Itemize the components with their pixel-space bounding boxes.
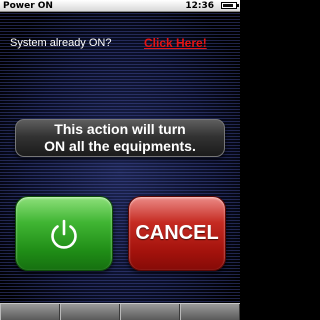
power-on-button[interactable] bbox=[15, 196, 113, 271]
power-icon bbox=[51, 219, 77, 249]
confirmation-message: This action will turn ON all the equipme… bbox=[15, 119, 225, 157]
status-bar: Power ON 12:36 bbox=[0, 0, 240, 12]
window-title: Power ON bbox=[3, 1, 53, 11]
battery-level bbox=[223, 4, 233, 7]
softkey-3[interactable] bbox=[120, 304, 180, 320]
system-on-prompt: System already ON? bbox=[10, 37, 112, 49]
softkey-4[interactable] bbox=[180, 304, 240, 320]
clock: 12:36 bbox=[185, 1, 214, 11]
softkey-bar bbox=[0, 303, 240, 320]
main-panel: System already ON? Click Here! This acti… bbox=[0, 13, 240, 303]
battery-icon bbox=[221, 2, 239, 9]
softkey-2[interactable] bbox=[60, 304, 120, 320]
message-line-1: This action will turn bbox=[54, 121, 186, 137]
softkey-1[interactable] bbox=[0, 304, 60, 320]
message-line-2: ON all the equipments. bbox=[44, 138, 196, 154]
click-here-link[interactable]: Click Here! bbox=[144, 36, 207, 50]
cancel-button[interactable]: CANCEL bbox=[128, 196, 226, 271]
